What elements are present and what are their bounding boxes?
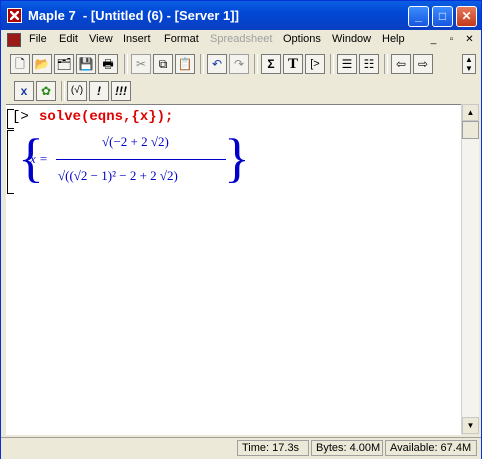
fraction-bar [56,159,226,160]
right-brace: } [224,128,250,188]
status-bytes: Bytes: 4.00M [311,440,383,456]
output-bracket [7,130,14,194]
open-url-icon[interactable]: 🗂 [54,54,74,74]
doc-close-button[interactable]: ✕ [463,34,476,46]
toolbar-divider [61,81,65,101]
math-mode-button[interactable]: x [14,81,34,101]
document-icon[interactable] [7,33,21,47]
toolbar-divider [254,54,258,74]
maximize-button[interactable]: □ [432,6,453,27]
prompt-icon[interactable]: [> [305,54,325,74]
outdent-icon[interactable]: ☷ [359,54,379,74]
status-available: Available: 67.4M [385,440,477,456]
scroll-up-icon[interactable]: ▲ [462,104,479,121]
result-denominator: √((√2 − 1)² − 2 + 2 √2) [58,168,178,183]
command-input[interactable]: solve(eqns,{x}); [39,109,173,125]
menu-bar: File Edit View Insert Format Spreadsheet… [1,30,481,50]
redo-icon[interactable]: ↷ [229,54,249,74]
scroll-thumb[interactable] [462,121,479,139]
maximize-icon: □ [438,9,447,23]
close-icon: ✕ [461,9,472,23]
text-icon[interactable]: T [283,54,303,74]
save-icon[interactable]: 💾 [76,54,96,74]
back-icon[interactable]: ⇦ [391,54,411,74]
scroll-down-icon[interactable]: ▼ [462,417,479,434]
menu-window[interactable]: Window [332,33,371,45]
input-prompt: [> [12,109,29,125]
menu-format[interactable]: Format [164,33,199,45]
open-icon[interactable]: 📂 [32,54,52,74]
menu-edit[interactable]: Edit [59,33,78,45]
paste-icon[interactable]: 📋 [175,54,195,74]
toolbar-divider [384,54,388,74]
execute-all-button[interactable]: !!! [111,81,131,101]
forward-icon[interactable]: ⇨ [413,54,433,74]
maple-app-icon[interactable] [7,8,22,23]
copy-icon[interactable]: ⧉ [153,54,173,74]
sum-icon[interactable]: Σ [261,54,281,74]
context-toolbar: x ✿ (√) ! !!! [1,79,481,103]
vertical-scrollbar[interactable]: ▲ ▼ [461,104,479,434]
main-toolbar: 🗋 📂 🗂 💾 🖶 ✂ ⧉ 📋 ↶ ↷ Σ T [> ☰ ☷ ⇦ ⇨ ▲ ▼ [1,52,481,78]
close-button[interactable]: ✕ [456,6,477,27]
menu-insert[interactable]: Insert [123,33,151,45]
maple-window: Maple 7 - [Untitled (6) - [Server 1]] _ … [0,0,482,459]
check-syntax-button[interactable]: (√) [67,81,87,101]
new-icon[interactable]: 🗋 [10,54,30,74]
execute-button[interactable]: ! [89,81,109,101]
menu-help[interactable]: Help [382,33,405,45]
print-icon[interactable]: 🖶 [98,54,118,74]
minimize-icon: _ [415,9,422,23]
minimize-button[interactable]: _ [408,6,429,27]
window-title: Maple 7 - [Untitled (6) - [Server 1]] [28,8,239,23]
doc-restore-button[interactable]: ▫ [445,34,458,46]
toolbar-divider [200,54,204,74]
indent-icon[interactable]: ☰ [337,54,357,74]
title-bar[interactable]: Maple 7 - [Untitled (6) - [Server 1]] _ … [1,1,481,30]
doc-minimize-button[interactable]: _ [427,34,440,46]
result-numerator: √(−2 + 2 √2) [102,134,169,149]
cut-icon[interactable]: ✂ [131,54,151,74]
result-lhs: x = [30,151,48,166]
toolbar-scroll-icon[interactable]: ▲ ▼ [462,54,476,74]
status-bar: Time: 17.3s Bytes: 4.00M Available: 67.4… [1,437,481,459]
undo-icon[interactable]: ↶ [207,54,227,74]
menu-spreadsheet[interactable]: Spreadsheet [210,33,272,45]
toolbar-divider [124,54,128,74]
worksheet[interactable]: [> solve(eqns,{x}); { x = √(−2 + 2 √2) √… [6,104,461,435]
menu-options[interactable]: Options [283,33,321,45]
menu-view[interactable]: View [89,33,113,45]
maple-leaf-icon[interactable]: ✿ [36,81,56,101]
status-time: Time: 17.3s [237,440,309,456]
solution-output: { x = √(−2 + 2 √2) √((√2 − 1)² − 2 + 2 √… [18,129,250,193]
toolbar-divider [330,54,334,74]
menu-file[interactable]: File [29,33,47,45]
